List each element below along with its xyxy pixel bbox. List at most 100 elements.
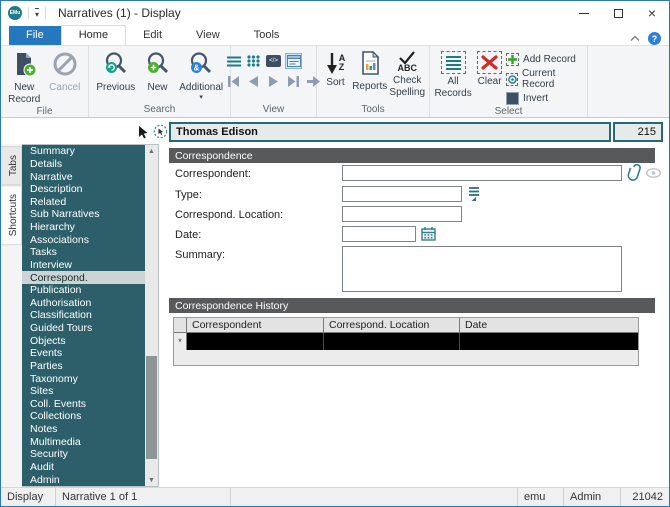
sidebar-item-sites[interactable]: Sites bbox=[22, 385, 145, 398]
sidebar-item-narrative[interactable]: Narrative bbox=[22, 170, 145, 183]
additional-search-button[interactable]: & Additional ▾ bbox=[175, 49, 227, 101]
cancel-icon bbox=[52, 51, 78, 80]
previous-record-icon[interactable] bbox=[245, 73, 262, 89]
new-search-button[interactable]: New bbox=[140, 49, 176, 94]
check-spelling-button[interactable]: ABC Check Spelling bbox=[388, 49, 426, 98]
sidebar-tab-list: Summary Details Narrative Description Re… bbox=[22, 145, 145, 486]
sidebar-item-correspond[interactable]: Correspond. bbox=[22, 271, 145, 284]
titlebar-separator bbox=[28, 7, 29, 19]
tab-edit[interactable]: Edit bbox=[126, 26, 179, 45]
scroll-down-icon[interactable]: ▼ bbox=[145, 474, 158, 486]
ribbon-group-tools: AZ Sort Reports ABC Check Spelling Tools bbox=[317, 46, 430, 117]
previous-search-button[interactable]: Previous bbox=[92, 49, 140, 94]
col-correspondent[interactable]: Correspondent bbox=[187, 318, 324, 333]
scrollbar-thumb[interactable] bbox=[146, 356, 157, 459]
tab-tools[interactable]: Tools bbox=[237, 26, 297, 45]
cancel-button[interactable]: Cancel bbox=[45, 49, 86, 94]
sidebar-item-coll-events[interactable]: Coll. Events bbox=[22, 398, 145, 411]
app-window: EMu ▾ Narratives (1) - Display × File Ho… bbox=[0, 0, 670, 507]
reports-button[interactable]: Reports bbox=[351, 49, 389, 93]
summary-input[interactable] bbox=[342, 246, 622, 292]
sidebar-item-interview[interactable]: Interview bbox=[22, 259, 145, 272]
clear-selection-icon bbox=[477, 51, 503, 74]
scroll-up-icon[interactable]: ▲ bbox=[145, 145, 158, 157]
side-tab-shortcuts[interactable]: Shortcuts bbox=[1, 185, 22, 246]
sidebar-item-associations[interactable]: Associations bbox=[22, 233, 145, 246]
sidebar-item-details[interactable]: Details bbox=[22, 158, 145, 171]
sidebar-item-related[interactable]: Related bbox=[22, 196, 145, 209]
cell-correspondent[interactable] bbox=[187, 333, 324, 350]
status-spacer bbox=[231, 488, 518, 506]
window-title: Narratives (1) - Display bbox=[58, 6, 181, 20]
ribbon-group-select: All Records Clear Add Record Current Rec… bbox=[430, 46, 588, 117]
next-record-icon[interactable] bbox=[265, 73, 282, 89]
last-record-icon[interactable] bbox=[285, 73, 302, 89]
type-input[interactable] bbox=[342, 186, 462, 202]
sidebar-item-authorisation[interactable]: Authorisation bbox=[22, 297, 145, 310]
sidebar-item-notes[interactable]: Notes bbox=[22, 423, 145, 436]
code-view-icon[interactable]: </> bbox=[265, 53, 282, 69]
sidebar-item-publication[interactable]: Publication bbox=[22, 284, 145, 297]
add-record-button[interactable]: Add Record bbox=[506, 53, 584, 66]
form-view-icon[interactable] bbox=[285, 53, 302, 69]
minimize-button[interactable] bbox=[567, 1, 601, 25]
collapse-ribbon-icon[interactable] bbox=[630, 35, 640, 42]
sidebar-item-objects[interactable]: Objects bbox=[22, 334, 145, 347]
correspondent-input[interactable] bbox=[342, 165, 622, 181]
sidebar-item-hierarchy[interactable]: Hierarchy bbox=[22, 221, 145, 234]
lookup-list-icon[interactable] bbox=[467, 186, 481, 205]
new-record-label: New Record bbox=[8, 82, 41, 105]
col-date[interactable]: Date bbox=[460, 318, 638, 333]
sidebar-item-summary[interactable]: Summary bbox=[22, 145, 145, 158]
tab-view[interactable]: View bbox=[179, 26, 237, 45]
side-tab-tabs[interactable]: Tabs bbox=[1, 146, 22, 186]
side-tabstrip: Tabs Shortcuts bbox=[1, 144, 22, 487]
tab-home[interactable]: Home bbox=[60, 25, 127, 45]
clear-selection-button[interactable]: Clear bbox=[473, 49, 506, 88]
sidebar-item-security[interactable]: Security bbox=[22, 448, 145, 461]
cancel-label: Cancel bbox=[49, 82, 81, 93]
list-view-icon[interactable] bbox=[225, 53, 242, 69]
close-button[interactable]: × bbox=[635, 1, 669, 25]
history-table-new-row[interactable]: * bbox=[174, 333, 638, 350]
view-attachment-eye-icon[interactable] bbox=[645, 168, 662, 181]
app-logo-icon: EMu bbox=[8, 6, 22, 20]
sidebar-item-description[interactable]: Description bbox=[22, 183, 145, 196]
pointer-cursor-icon[interactable] bbox=[137, 125, 148, 139]
sidebar-item-classification[interactable]: Classification bbox=[22, 309, 145, 322]
first-record-icon[interactable] bbox=[225, 73, 242, 89]
additional-search-label: Additional bbox=[179, 82, 224, 93]
sidebar-item-tasks[interactable]: Tasks bbox=[22, 246, 145, 259]
sidebar-item-multimedia[interactable]: Multimedia bbox=[22, 435, 145, 448]
maximize-button[interactable] bbox=[601, 1, 635, 25]
svg-text:&: & bbox=[194, 63, 200, 72]
invert-selection-button[interactable]: Invert bbox=[506, 92, 584, 105]
sidebar-scrollbar[interactable]: ▲ ▼ bbox=[145, 145, 158, 486]
tools-group-label: Tools bbox=[361, 104, 385, 115]
sort-button[interactable]: AZ Sort bbox=[320, 49, 351, 89]
sidebar-item-sub-narratives[interactable]: Sub Narratives bbox=[22, 208, 145, 221]
quick-access-dropdown-icon[interactable]: ▾ bbox=[35, 7, 40, 19]
lasso-select-icon[interactable] bbox=[153, 124, 167, 139]
col-correspond-location[interactable]: Correspond. Location bbox=[324, 318, 460, 333]
attach-icon[interactable] bbox=[627, 163, 644, 185]
cell-correspond-location[interactable] bbox=[324, 333, 460, 350]
invert-selection-icon bbox=[506, 92, 520, 105]
sidebar-item-events[interactable]: Events bbox=[22, 347, 145, 360]
date-input[interactable] bbox=[342, 226, 416, 242]
tab-file[interactable]: File bbox=[9, 26, 61, 45]
sidebar-item-parties[interactable]: Parties bbox=[22, 360, 145, 373]
all-records-button[interactable]: All Records bbox=[433, 49, 473, 99]
grid-view-icon[interactable] bbox=[245, 53, 262, 69]
correspond-location-input[interactable] bbox=[342, 206, 462, 222]
calendar-icon[interactable] bbox=[421, 226, 436, 244]
sidebar-item-admin[interactable]: Admin bbox=[22, 473, 145, 486]
cell-date[interactable] bbox=[460, 333, 638, 350]
sidebar-item-guided-tours[interactable]: Guided Tours bbox=[22, 322, 145, 335]
new-record-button[interactable]: New Record bbox=[4, 49, 45, 105]
sidebar-item-audit[interactable]: Audit bbox=[22, 461, 145, 474]
sidebar-item-taxonomy[interactable]: Taxonomy bbox=[22, 372, 145, 385]
current-record-button[interactable]: Current Record bbox=[506, 68, 584, 90]
help-icon[interactable]: ? bbox=[648, 32, 661, 45]
sidebar-item-collections[interactable]: Collections bbox=[22, 410, 145, 423]
